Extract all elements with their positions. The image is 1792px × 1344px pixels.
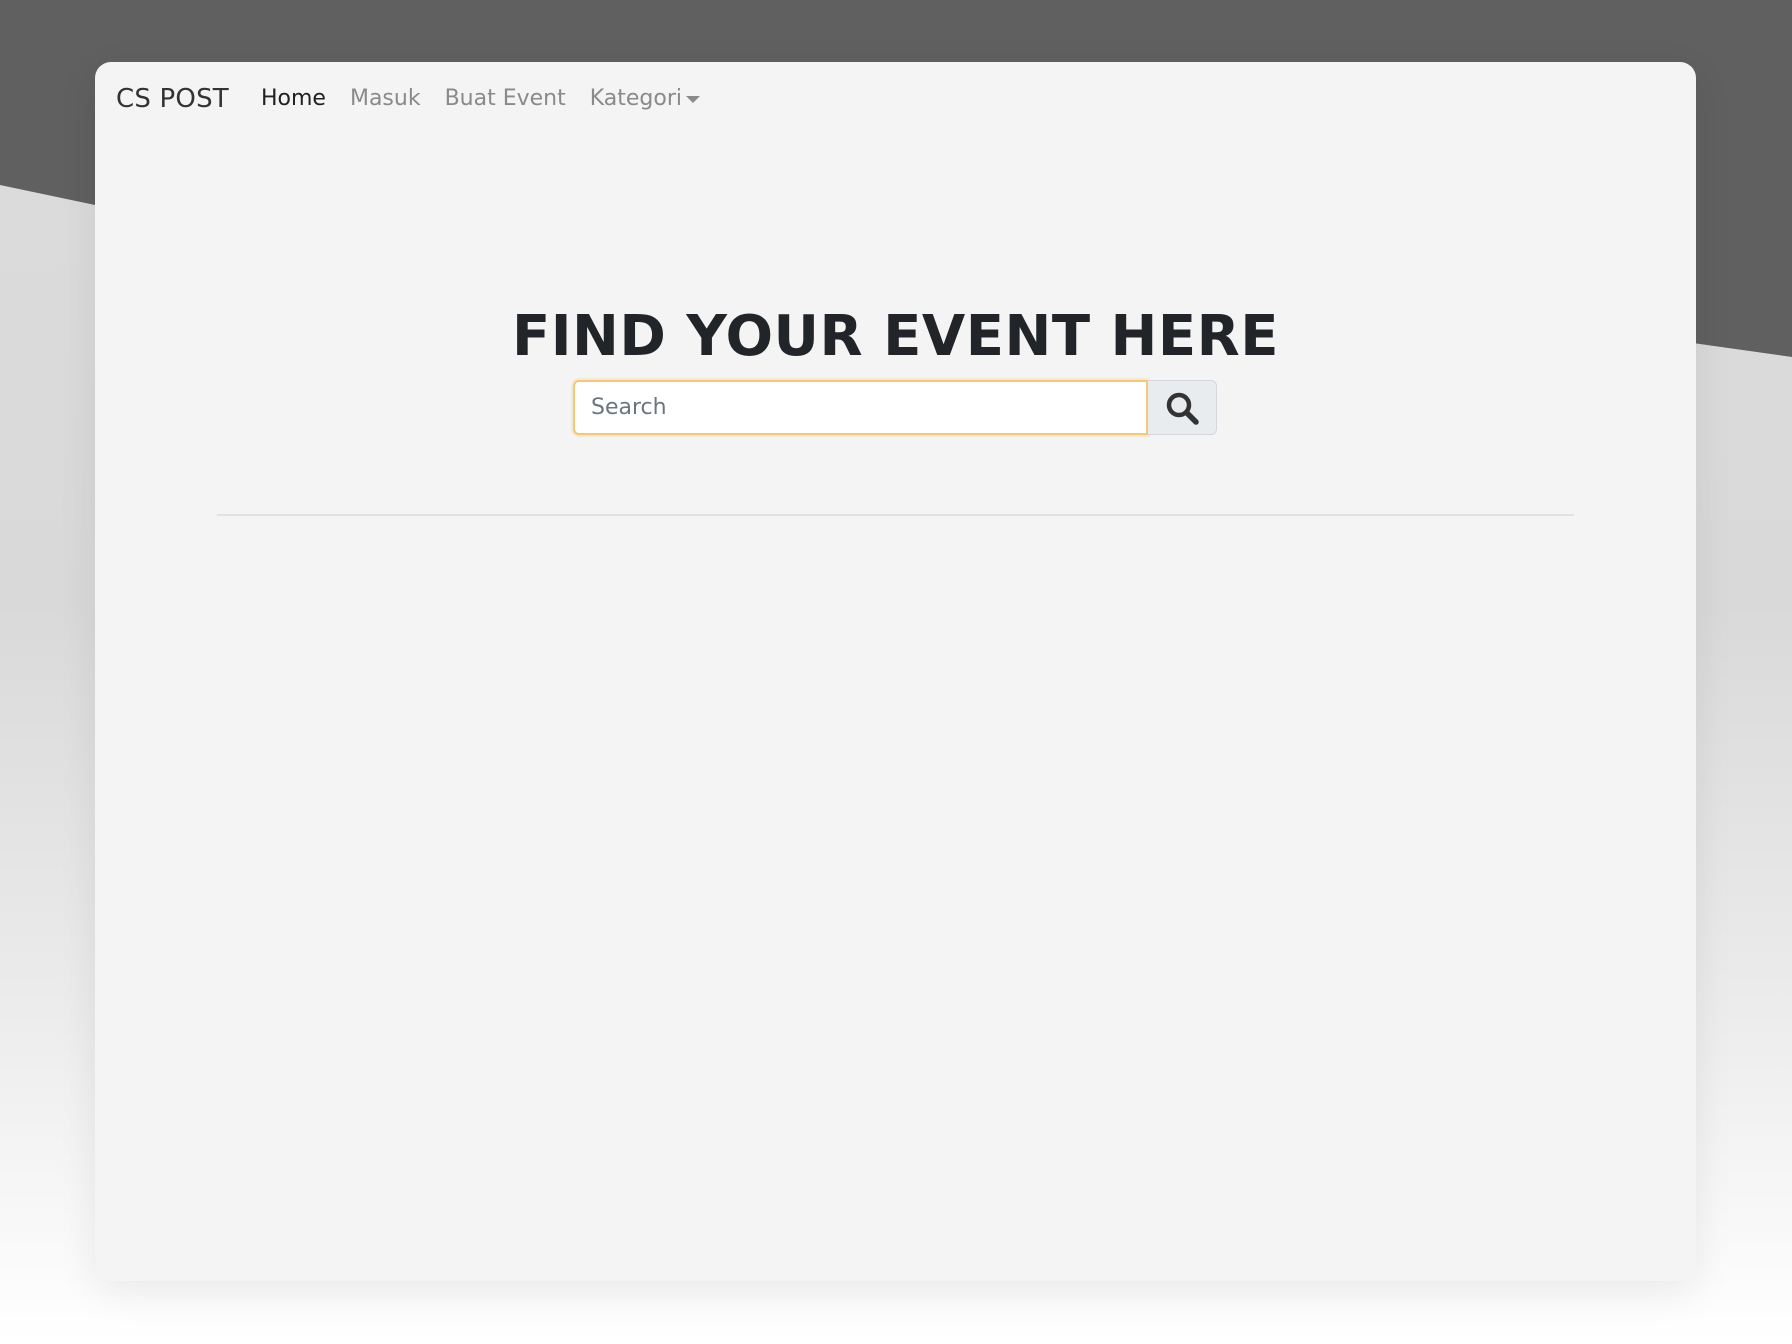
content-divider: [217, 514, 1574, 516]
search-button[interactable]: [1148, 380, 1217, 435]
search-icon: [1166, 392, 1199, 425]
nav-link-home[interactable]: Home: [261, 86, 326, 111]
caret-down-icon: [686, 96, 701, 103]
nav-dropdown-label: Kategori: [589, 86, 683, 111]
browser-window: CS POST Home Masuk Buat Event Kategori F…: [95, 62, 1696, 1281]
nav-links: Home Masuk Buat Event Kategori: [261, 86, 724, 111]
navbar: CS POST Home Masuk Buat Event Kategori: [95, 62, 1696, 138]
nav-dropdown-kategori[interactable]: Kategori: [589, 86, 701, 111]
page-title: FIND YOUR EVENT HERE: [511, 304, 1280, 369]
nav-link-buat-event[interactable]: Buat Event: [445, 86, 566, 111]
nav-link-masuk[interactable]: Masuk: [350, 86, 421, 111]
brand-logo[interactable]: CS POST: [116, 84, 229, 114]
search-input[interactable]: [573, 380, 1148, 435]
search-group: [573, 380, 1217, 435]
